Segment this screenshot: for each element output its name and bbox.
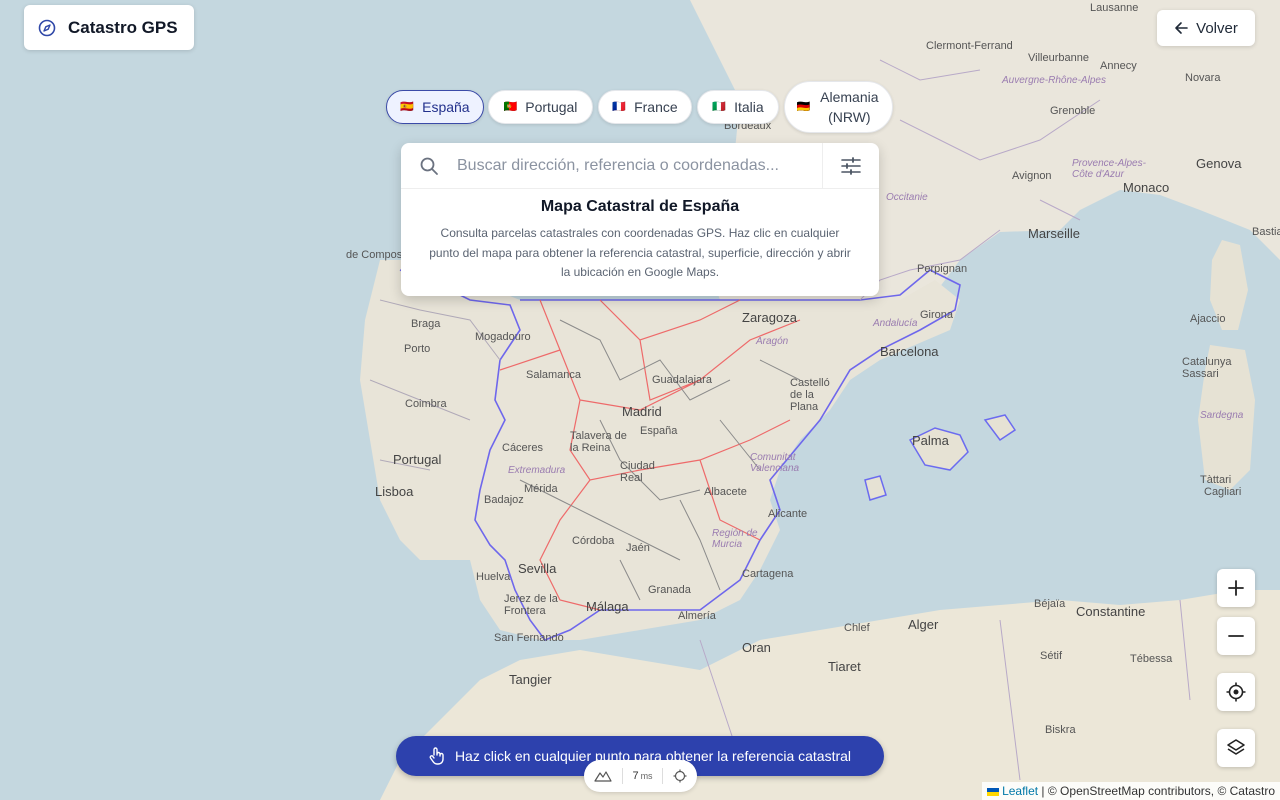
leaflet-link[interactable]: Leaflet <box>1002 784 1038 798</box>
flag-icon: 🇪🇸 <box>400 100 415 113</box>
arrow-left-icon <box>1175 22 1188 34</box>
tab-alemania[interactable]: 🇩🇪 Alemania (NRW) <box>784 81 893 133</box>
app-title: Catastro GPS <box>68 17 178 37</box>
land-sardinia <box>1198 345 1255 490</box>
minus-icon <box>1228 635 1244 637</box>
layers-button[interactable] <box>1217 729 1255 767</box>
layers-icon <box>1227 739 1245 755</box>
info-description: Consulta parcelas catastrales con coorde… <box>429 226 851 279</box>
flag-icon: 🇮🇹 <box>712 100 727 113</box>
latency-unit: ms <box>640 771 653 781</box>
crosshair-icon <box>1226 682 1246 702</box>
flag-icon: 🇵🇹 <box>503 100 518 113</box>
tab-label: España <box>422 99 470 115</box>
pointer-hand-icon <box>429 747 444 765</box>
locate-button[interactable] <box>1217 673 1255 711</box>
search-input[interactable] <box>457 156 822 175</box>
flag-icon: 🇫🇷 <box>612 100 627 113</box>
tab-portugal[interactable]: 🇵🇹 Portugal <box>488 90 593 124</box>
divider <box>621 768 623 784</box>
filter-button[interactable] <box>822 142 879 189</box>
info-title: Mapa Catastral de España <box>540 198 740 215</box>
map-attribution: Leaflet | © OpenStreetMap contributors, … <box>981 782 1280 800</box>
search-bar <box>401 142 879 189</box>
zoom-in-button[interactable] <box>1217 569 1255 607</box>
tab-label: Alemania (NRW) <box>820 89 879 125</box>
search-icon <box>401 143 457 189</box>
ukraine-flag-icon <box>986 787 999 796</box>
flag-icon: 🇩🇪 <box>796 100 811 113</box>
attribution-text: | © OpenStreetMap contributors, © Catast… <box>1038 784 1275 798</box>
crosshair-icon[interactable] <box>673 769 687 783</box>
compass-icon <box>38 19 56 36</box>
back-button[interactable]: Volver <box>1157 10 1255 46</box>
zoom-out-button[interactable] <box>1217 617 1255 655</box>
tab-label: Portugal <box>525 99 578 115</box>
tab-label: France <box>634 99 678 115</box>
zoom-readout: 7 ms <box>632 770 652 782</box>
divider <box>662 768 664 784</box>
sliders-icon <box>841 156 861 175</box>
app-brand[interactable]: Catastro GPS <box>24 5 194 50</box>
terrain-icon <box>594 771 612 782</box>
tab-label: Italia <box>734 99 764 115</box>
zoom-value: 7 <box>632 770 639 782</box>
status-pill: 7 ms <box>584 760 697 792</box>
back-button-label: Volver <box>1196 19 1238 37</box>
tab-italia[interactable]: 🇮🇹 Italia <box>697 90 779 124</box>
tab-france[interactable]: 🇫🇷 France <box>598 90 692 124</box>
search-panel: Mapa Catastral de España Consulta parcel… <box>401 142 879 296</box>
plus-icon <box>1228 580 1244 596</box>
tab-espana[interactable]: 🇪🇸 España <box>386 90 484 124</box>
